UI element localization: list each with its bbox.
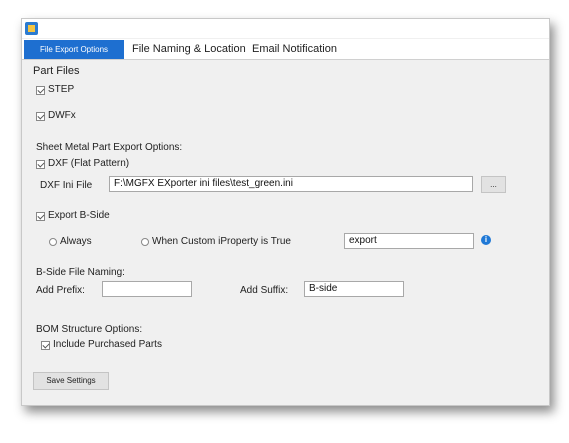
export-bside-checkbox[interactable] bbox=[36, 212, 45, 221]
title-bar bbox=[22, 19, 549, 38]
dwfx-label: DWFx bbox=[48, 110, 76, 121]
always-radio[interactable] bbox=[49, 238, 57, 246]
step-checkbox[interactable] bbox=[36, 86, 45, 95]
part-files-heading: Part Files bbox=[33, 65, 80, 77]
suffix-label: Add Suffix: bbox=[240, 285, 289, 296]
settings-window: File Export Options File Naming & Locati… bbox=[21, 18, 550, 406]
browse-button[interactable]: ... bbox=[481, 176, 506, 193]
tab-file-export-options[interactable]: File Export Options bbox=[24, 40, 124, 59]
export-bside-label: Export B-Side bbox=[48, 210, 110, 221]
prefix-label: Add Prefix: bbox=[36, 285, 85, 296]
bom-heading: BOM Structure Options: bbox=[36, 324, 143, 335]
suffix-input[interactable]: B-side bbox=[304, 281, 404, 297]
dxf-label: DXF (Flat Pattern) bbox=[48, 158, 130, 169]
step-label: STEP bbox=[48, 84, 75, 95]
when-custom-label: When Custom iProperty is True bbox=[152, 236, 291, 247]
dxf-checkbox[interactable] bbox=[36, 160, 45, 169]
tab-bar: File Export Options File Naming & Locati… bbox=[22, 39, 549, 60]
iproperty-name-input[interactable]: export bbox=[344, 233, 474, 249]
sheet-metal-heading: Sheet Metal Part Export Options: bbox=[36, 142, 183, 153]
tab-email-notification[interactable]: Email Notification bbox=[252, 39, 337, 59]
include-purchased-label: Include Purchased Parts bbox=[53, 339, 162, 350]
include-purchased-checkbox[interactable] bbox=[41, 341, 50, 350]
app-icon bbox=[25, 22, 38, 35]
save-settings-button[interactable]: Save Settings bbox=[33, 372, 109, 390]
tab-file-naming-location[interactable]: File Naming & Location bbox=[132, 39, 246, 59]
dwfx-checkbox[interactable] bbox=[36, 112, 45, 121]
info-icon[interactable]: i bbox=[481, 235, 491, 245]
when-custom-radio[interactable] bbox=[141, 238, 149, 246]
always-label: Always bbox=[60, 236, 92, 247]
bside-naming-heading: B-Side File Naming: bbox=[36, 267, 125, 278]
prefix-input[interactable] bbox=[102, 281, 192, 297]
dxf-ini-label: DXF Ini File bbox=[40, 180, 93, 191]
dxf-ini-path-input[interactable]: F:\MGFX EXporter ini files\test_green.in… bbox=[109, 176, 473, 192]
